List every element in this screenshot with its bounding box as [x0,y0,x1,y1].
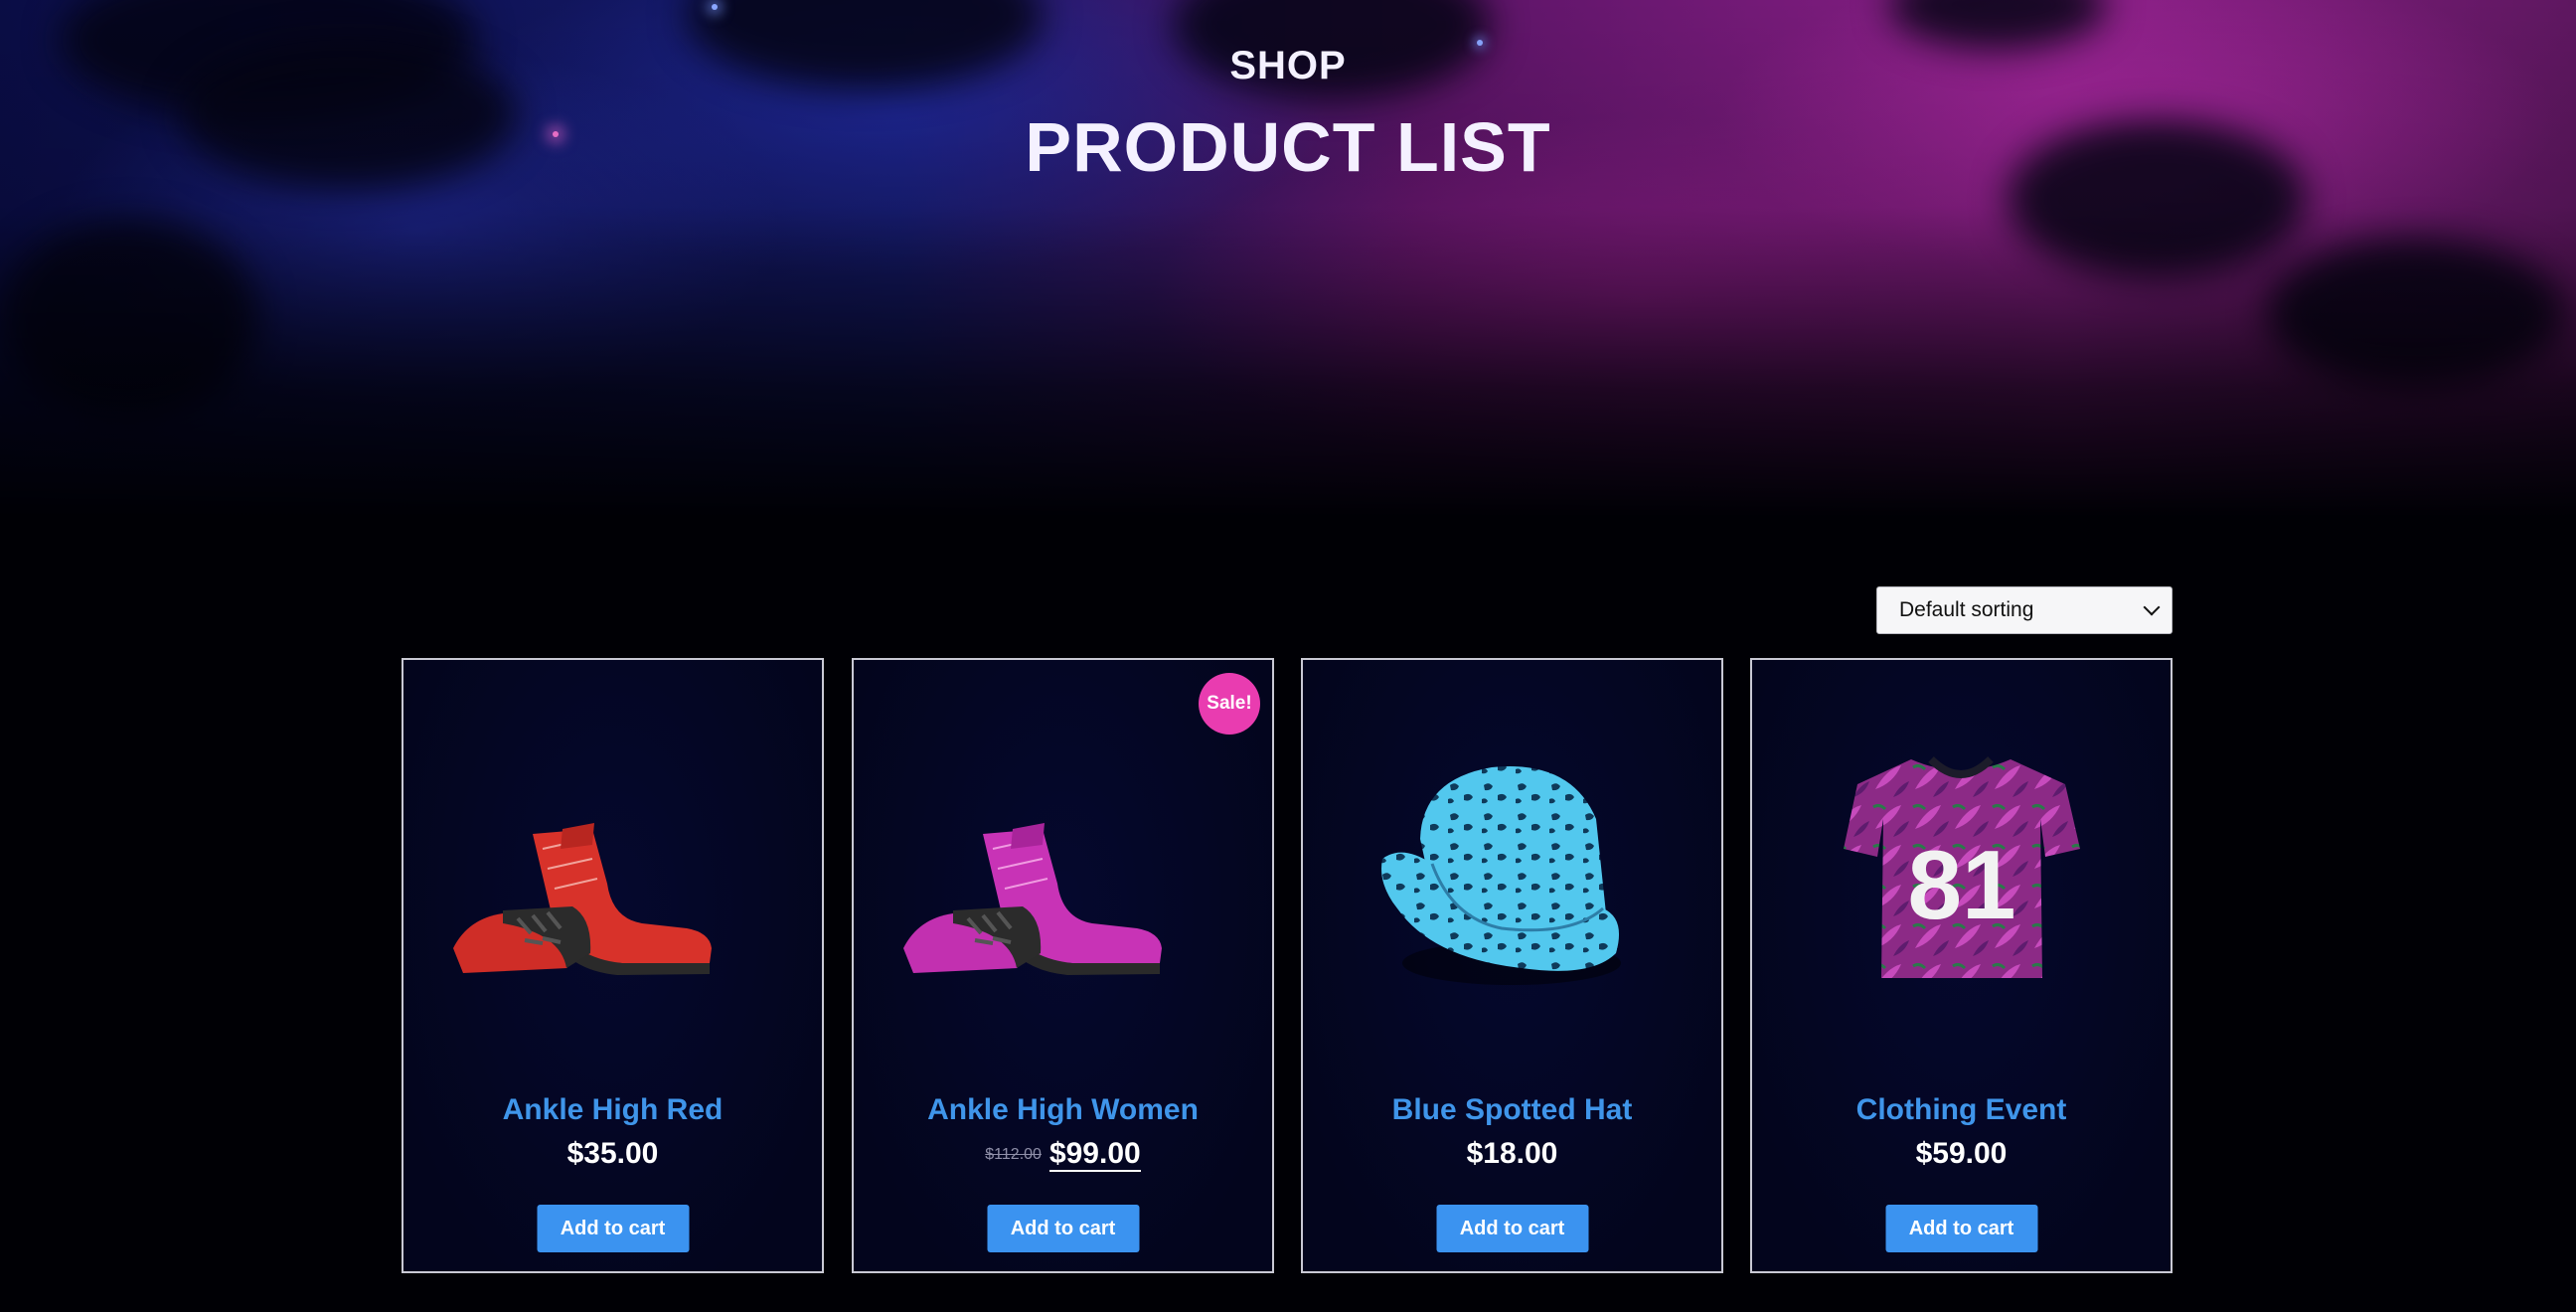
red-ankle-boots-image [453,823,712,975]
add-to-cart-button[interactable]: Add to cart [987,1205,1139,1252]
hero-subtitle: SHOP [1229,44,1347,87]
jersey-number: 81 [1907,830,2015,939]
shop-page: SHOP PRODUCT LIST Default sorting Ankle … [0,0,2576,1312]
product-card[interactable]: Sale! Ankle High Women $112.00 $99.00 Add… [852,658,1274,1273]
add-to-cart-button[interactable]: Add to cart [537,1205,689,1252]
price-current: $99.00 [1048,1137,1141,1172]
magenta-ankle-boots-image [903,823,1162,975]
product-price: $18.00 [1303,1137,1721,1171]
price-original: $112.00 [985,1146,1042,1164]
product-price: $112.00 $99.00 [854,1137,1272,1172]
sort-select-value: Default sorting [1899,598,2034,621]
add-to-cart-button[interactable]: Add to cart [1885,1205,2037,1252]
product-title[interactable]: Blue Spotted Hat [1303,1093,1721,1127]
product-title[interactable]: Clothing Event [1752,1093,2171,1127]
product-card[interactable]: 81 Clothing Event $59.00 Add to cart [1750,658,2173,1273]
hero-banner: SHOP PRODUCT LIST [0,0,2576,517]
product-price: $59.00 [1752,1137,2171,1171]
sort-select[interactable]: Default sorting [1876,586,2173,634]
add-to-cart-button[interactable]: Add to cart [1436,1205,1588,1252]
product-price: $35.00 [403,1137,822,1171]
product-card[interactable]: Ankle High Red $35.00 Add to cart [402,658,824,1273]
blue-spotted-hat-image [1381,766,1621,985]
chevron-down-icon [2143,598,2161,616]
page-title: PRODUCT LIST [1025,108,1551,186]
price-current: $35.00 [566,1137,659,1170]
product-card[interactable]: Blue Spotted Hat $18.00 Add to cart [1301,658,1723,1273]
price-current: $18.00 [1466,1137,1558,1170]
price-current: $59.00 [1915,1137,2008,1170]
clothing-event-tshirt-image: 81 [1844,756,2080,978]
product-title[interactable]: Ankle High Women [854,1093,1272,1127]
product-title[interactable]: Ankle High Red [403,1093,822,1127]
